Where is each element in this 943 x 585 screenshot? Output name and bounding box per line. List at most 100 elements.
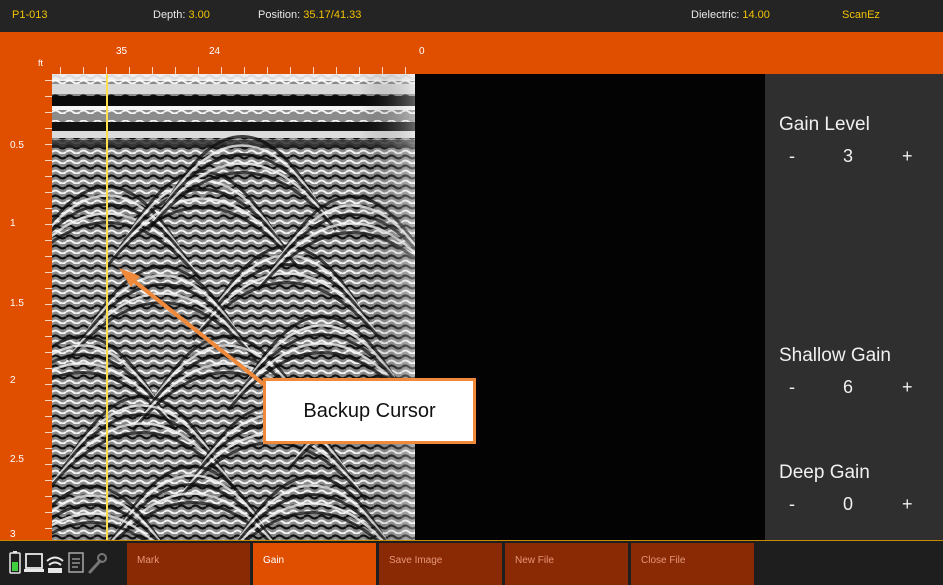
depth-tick — [45, 128, 52, 129]
depth-tick — [45, 224, 52, 225]
depth-tick — [45, 416, 52, 417]
depth-tick — [45, 112, 52, 113]
depth-tick — [45, 400, 52, 401]
depth-label: Depth: — [153, 9, 186, 21]
backup-cursor-callout: Backup Cursor — [263, 378, 476, 444]
ruler-label-24: 24 — [209, 46, 221, 57]
deep-gain-decrease-button[interactable]: - — [789, 494, 795, 515]
depth-tick — [45, 464, 52, 465]
depth-tick — [45, 192, 52, 193]
ruler-tick — [198, 67, 199, 74]
ruler-tick — [290, 67, 291, 74]
status-icons — [9, 551, 107, 574]
depth-tick — [45, 480, 52, 481]
position-label: Position: — [258, 9, 301, 21]
depth-tick — [45, 288, 52, 289]
ruler-unit: ft — [38, 58, 44, 68]
gain-panel: Gain Level - 3 + Shallow Gain - 6 + Deep… — [765, 74, 943, 540]
depth-tick — [45, 528, 52, 529]
position-value: 35.17/41.33 — [303, 9, 362, 21]
depth-tick — [45, 304, 52, 305]
ruler-tick — [359, 67, 360, 74]
bottom-toolbar: Mark Gain Save Image New File Close File — [0, 540, 943, 585]
radargram-image — [52, 74, 415, 540]
ruler-tick — [244, 67, 245, 74]
wifi-icon — [46, 556, 64, 573]
depth-label-1: 1 — [10, 218, 16, 229]
depth-tick — [45, 384, 52, 385]
wrench-icon — [88, 553, 107, 574]
depth-tick — [45, 80, 52, 81]
ruler-tick — [382, 67, 383, 74]
ruler-tick — [129, 67, 130, 74]
depth-tick — [45, 432, 52, 433]
status-bar: P1-013 Depth: 3.00 Position: 35.17/41.33… — [0, 0, 943, 32]
ruler-label-35: 35 — [116, 46, 128, 57]
gain-button[interactable]: Gain — [253, 543, 376, 585]
depth-label-3: 3 — [10, 529, 16, 540]
gain-level-value: 3 — [843, 146, 854, 166]
ruler-tick — [267, 67, 268, 74]
depth-tick — [45, 368, 52, 369]
callout-text: Backup Cursor — [303, 399, 436, 422]
ruler-tick — [106, 67, 107, 74]
depth-value: 3.00 — [188, 9, 210, 21]
depth-tick — [45, 144, 52, 145]
ruler-tick — [336, 67, 337, 74]
gain-level-increase-button[interactable]: + — [902, 146, 913, 167]
deep-gain-increase-button[interactable]: + — [902, 494, 913, 515]
ruler-tick — [175, 67, 176, 74]
screen-icon — [24, 553, 44, 572]
depth-label-2: 2 — [10, 375, 16, 386]
vertical-ruler: 0.5 1 1.5 2 2.5 3 — [0, 74, 52, 540]
file-name: P1-013 — [12, 9, 48, 21]
depth-tick — [45, 208, 52, 209]
depth-tick — [45, 240, 52, 241]
brand-label: ScanEz — [842, 9, 880, 21]
dielectric-readout: Dielectric: 14.00 — [691, 9, 770, 21]
depth-tick — [45, 272, 52, 273]
dielectric-label: Dielectric: — [691, 9, 740, 21]
depth-label-1-5: 1.5 — [10, 298, 24, 309]
battery-icon — [9, 551, 21, 574]
ruler-extension — [765, 32, 943, 74]
depth-tick — [45, 352, 52, 353]
shallow-gain-decrease-button[interactable]: - — [789, 377, 795, 398]
depth-tick — [45, 512, 52, 513]
ruler-label-0: 0 — [419, 46, 425, 57]
new-file-button[interactable]: New File — [505, 543, 628, 585]
unscanned-area — [415, 74, 765, 540]
document-icon — [68, 552, 84, 573]
radargram-view[interactable] — [52, 74, 415, 540]
depth-tick — [45, 448, 52, 449]
ruler-tick — [152, 67, 153, 74]
horizontal-ruler: ft 35 24 0 — [0, 32, 765, 74]
position-readout: Position: 35.17/41.33 — [258, 9, 361, 21]
gain-level-decrease-button[interactable]: - — [789, 146, 795, 167]
shallow-gain-title: Shallow Gain — [779, 345, 891, 366]
dielectric-value: 14.00 — [742, 9, 770, 21]
deep-gain-value: 0 — [843, 494, 854, 514]
depth-tick — [45, 256, 52, 257]
ruler-tick — [405, 67, 406, 74]
depth-tick — [45, 496, 52, 497]
depth-tick — [45, 320, 52, 321]
depth-tick — [45, 176, 52, 177]
mark-button[interactable]: Mark — [127, 543, 250, 585]
ruler-tick — [83, 67, 84, 74]
deep-gain-title: Deep Gain — [779, 462, 870, 483]
depth-tick — [45, 160, 52, 161]
depth-readout: Depth: 3.00 — [153, 9, 210, 21]
close-file-button[interactable]: Close File — [631, 543, 754, 585]
ruler-tick — [313, 67, 314, 74]
depth-tick — [45, 96, 52, 97]
depth-tick — [45, 336, 52, 337]
depth-label-2-5: 2.5 — [10, 454, 24, 465]
save-image-button[interactable]: Save Image — [379, 543, 502, 585]
ruler-tick — [60, 67, 61, 74]
shallow-gain-increase-button[interactable]: + — [902, 377, 913, 398]
shallow-gain-value: 6 — [843, 377, 854, 397]
ruler-tick — [221, 67, 222, 74]
depth-label-0-5: 0.5 — [10, 140, 24, 151]
gain-level-title: Gain Level — [779, 114, 870, 135]
